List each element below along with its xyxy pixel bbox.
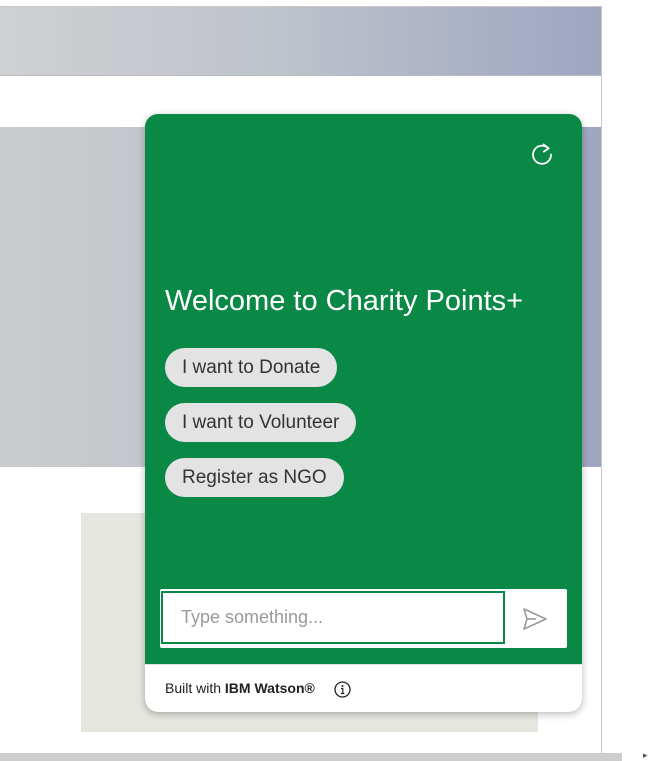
built-with-prefix: Built with xyxy=(165,680,225,696)
send-button[interactable] xyxy=(513,603,557,635)
ibm-watson-brand: IBM Watson® xyxy=(224,680,315,696)
chat-footer: Built with IBM Watson® xyxy=(145,664,582,712)
option-register-ngo-button[interactable]: Register as NGO xyxy=(165,458,344,497)
option-donate-button[interactable]: I want to Donate xyxy=(165,348,338,387)
page-header xyxy=(0,7,601,76)
info-icon xyxy=(334,681,351,698)
chat-widget: Welcome to Charity Points+ I want to Don… xyxy=(145,114,582,712)
scroll-right-arrow-icon[interactable]: ▸ xyxy=(643,752,652,761)
horizontal-scrollbar[interactable] xyxy=(0,753,622,761)
option-volunteer-button[interactable]: I want to Volunteer xyxy=(165,403,357,442)
input-placeholder: Type something... xyxy=(181,607,324,627)
message-input[interactable]: Type something... xyxy=(161,591,505,644)
restart-button[interactable] xyxy=(526,138,558,170)
welcome-title: Welcome to Charity Points+ xyxy=(165,285,524,317)
info-button[interactable] xyxy=(334,681,351,698)
restart-icon xyxy=(532,143,552,165)
send-icon xyxy=(523,608,547,630)
message-input-bar: Type something... xyxy=(160,589,567,648)
built-with-label: Built with IBM Watson® xyxy=(165,680,315,696)
option-list: I want to Donate I want to Volunteer Reg… xyxy=(165,348,357,513)
